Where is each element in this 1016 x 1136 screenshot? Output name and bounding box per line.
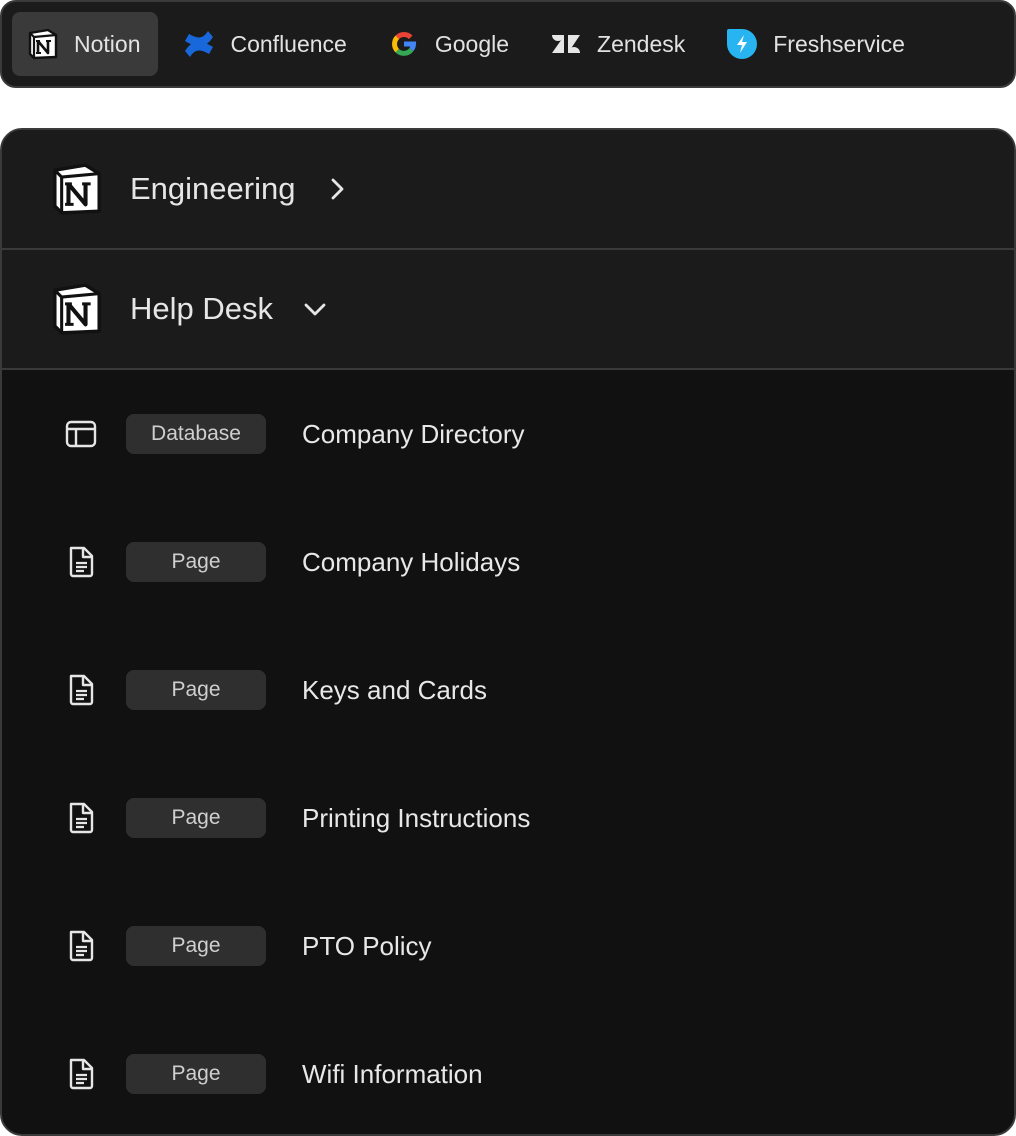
tab-label: Notion xyxy=(74,30,141,57)
workspace-panel: Engineering Help Desk Database Company D… xyxy=(0,128,1016,1136)
notion-icon xyxy=(48,160,106,218)
list-item[interactable]: Page Wifi Information xyxy=(2,1010,1014,1134)
page-icon xyxy=(64,929,98,963)
confluence-icon xyxy=(182,27,216,61)
notion-icon xyxy=(48,280,106,338)
item-title: Company Directory xyxy=(302,418,525,449)
item-title: Keys and Cards xyxy=(302,674,487,705)
chevron-down-icon xyxy=(303,297,327,321)
freshservice-icon xyxy=(725,27,759,61)
help-desk-item-list: Database Company Directory Page Company … xyxy=(2,370,1014,1134)
workspace-help-desk[interactable]: Help Desk xyxy=(2,250,1014,370)
tab-label: Zendesk xyxy=(597,30,686,57)
item-title: PTO Policy xyxy=(302,930,432,961)
tab-google[interactable]: Google xyxy=(373,12,525,76)
type-badge: Page xyxy=(126,670,266,710)
list-item[interactable]: Page Printing Instructions xyxy=(2,754,1014,882)
page-icon xyxy=(64,801,98,835)
page-icon xyxy=(64,1057,98,1091)
tab-zendesk[interactable]: Zendesk xyxy=(535,12,701,76)
item-title: Company Holidays xyxy=(302,546,521,577)
chevron-right-icon xyxy=(325,177,349,201)
notion-icon xyxy=(26,27,60,61)
type-badge: Page xyxy=(126,798,266,838)
list-item[interactable]: Page Keys and Cards xyxy=(2,626,1014,754)
list-item[interactable]: Page Company Holidays xyxy=(2,498,1014,626)
google-icon xyxy=(387,27,421,61)
workspace-label: Help Desk xyxy=(130,291,273,326)
workspace-label: Engineering xyxy=(130,171,296,206)
type-badge: Page xyxy=(126,926,266,966)
page-icon xyxy=(64,545,98,579)
item-title: Wifi Information xyxy=(302,1058,483,1089)
list-item[interactable]: Page PTO Policy xyxy=(2,882,1014,1010)
tab-notion[interactable]: Notion xyxy=(12,12,159,76)
type-badge: Database xyxy=(126,414,266,454)
page-icon xyxy=(64,673,98,707)
tab-label: Confluence xyxy=(230,30,347,57)
list-item[interactable]: Database Company Directory xyxy=(2,370,1014,498)
zendesk-icon xyxy=(549,27,583,61)
workspace-engineering[interactable]: Engineering xyxy=(2,130,1014,250)
item-title: Printing Instructions xyxy=(302,802,531,833)
tab-label: Freshservice xyxy=(773,30,905,57)
tab-label: Google xyxy=(434,30,510,57)
source-tab-bar: Notion Confluence Google Zendesk Freshse… xyxy=(0,0,1016,88)
type-badge: Page xyxy=(126,1054,266,1094)
tab-freshservice[interactable]: Freshservice xyxy=(711,12,921,76)
database-icon xyxy=(64,417,98,451)
type-badge: Page xyxy=(126,542,266,582)
tab-confluence[interactable]: Confluence xyxy=(168,12,362,76)
